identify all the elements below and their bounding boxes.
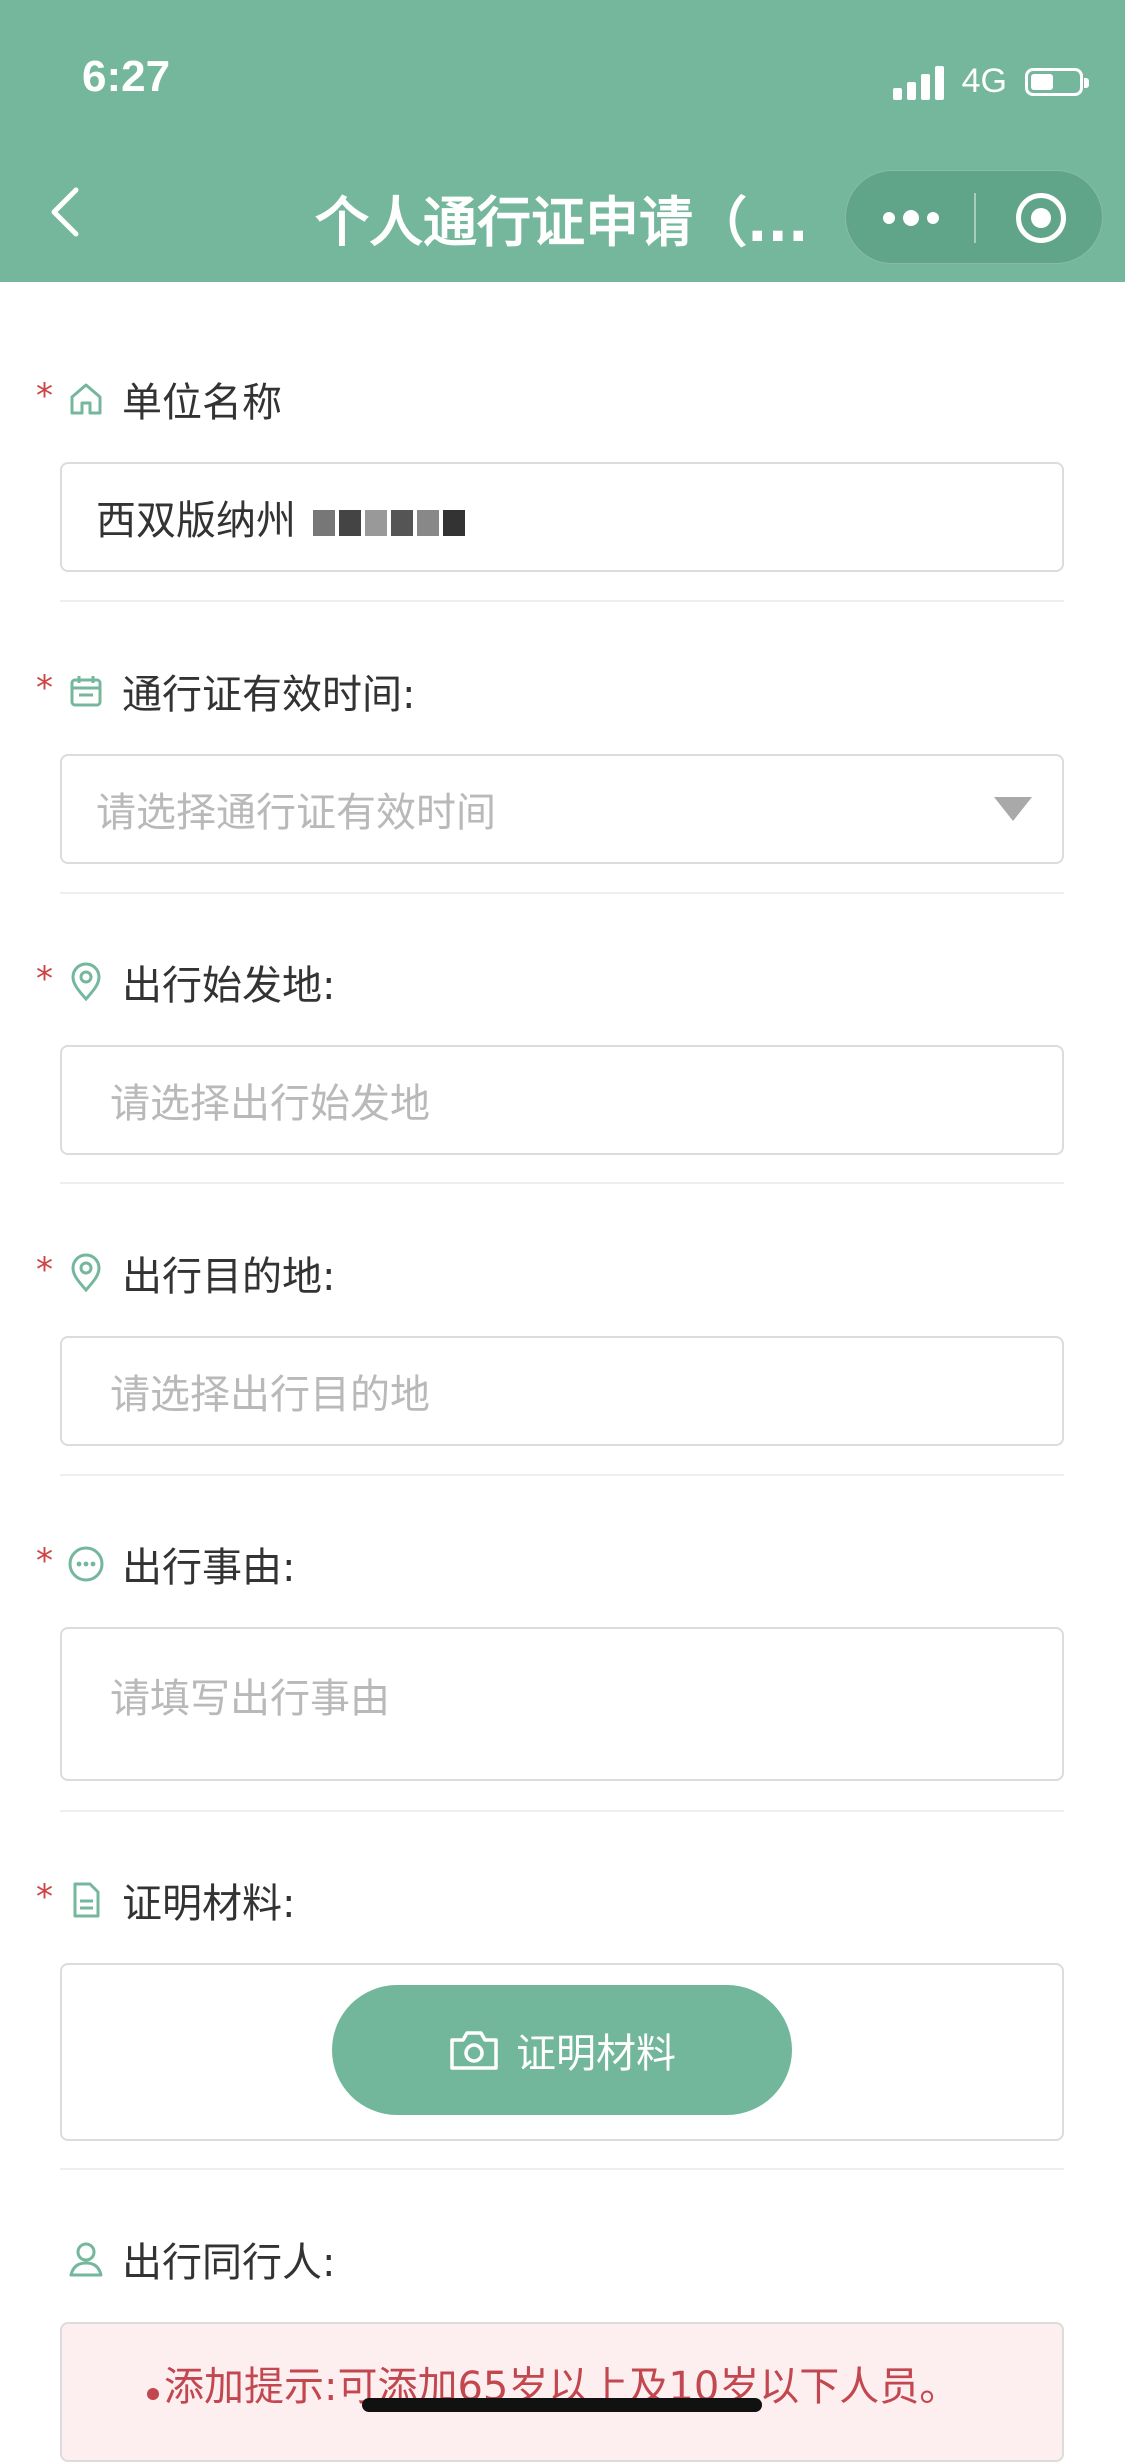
proof-label: 证明材料:: [122, 1881, 296, 1927]
upload-proof-button[interactable]: 证明材料: [332, 1985, 792, 2115]
required-mark: *: [36, 376, 53, 416]
divider: [60, 1810, 1064, 1812]
notice-bullet: [147, 2388, 159, 2400]
required-mark: *: [36, 1877, 53, 1917]
location-pin-icon: [64, 1251, 108, 1295]
origin-input[interactable]: 请选择出行始发地: [60, 1045, 1064, 1155]
app-header: 6:27 4G 个人通行证申请（...: [0, 0, 1125, 282]
status-icons: 4G: [892, 62, 1089, 101]
camera-icon: [450, 2031, 498, 2070]
reason-label-row: * 出行事由:: [36, 1535, 295, 1593]
valid-time-label: 通行证有效时间:: [122, 672, 416, 718]
required-mark: *: [36, 1541, 53, 1581]
divider: [60, 2168, 1064, 2170]
dropdown-arrow-icon: [994, 797, 1032, 821]
document-icon: [64, 1878, 108, 1922]
signal-icon: [892, 64, 944, 100]
battery-icon: [1025, 67, 1089, 96]
more-circle-icon: [64, 1542, 108, 1586]
required-mark: *: [36, 1250, 53, 1290]
proof-label-row: * 证明材料:: [36, 1871, 295, 1929]
calendar-icon: [64, 669, 108, 713]
mini-program-capsule: [845, 170, 1103, 264]
origin-label-row: * 出行始发地:: [36, 953, 335, 1011]
reason-placeholder: 请填写出行事由: [110, 1676, 390, 1722]
divider: [60, 1474, 1064, 1476]
reason-label: 出行事由:: [122, 1545, 296, 1591]
home-icon: [64, 377, 108, 421]
unit-name-label: 单位名称: [122, 380, 282, 426]
unit-name-label-row: * 单位名称: [36, 370, 282, 428]
more-icon[interactable]: [883, 195, 939, 241]
close-target-icon[interactable]: [1016, 193, 1066, 243]
origin-label: 出行始发地:: [122, 963, 336, 1009]
capsule-divider: [974, 193, 976, 243]
divider: [60, 892, 1064, 894]
person-icon: [64, 2237, 108, 2281]
destination-placeholder: 请选择出行目的地: [110, 1372, 430, 1418]
network-type: 4G: [961, 62, 1007, 100]
location-pin-icon: [64, 960, 108, 1004]
unit-name-value: 西双版纳州: [96, 498, 296, 544]
divider: [60, 1182, 1064, 1184]
status-time: 6:27: [82, 52, 171, 101]
valid-time-placeholder: 请选择通行证有效时间: [96, 790, 496, 836]
companions-label: 出行同行人:: [122, 2240, 336, 2286]
home-indicator: [362, 2398, 762, 2412]
reason-textarea[interactable]: 请填写出行事由: [60, 1627, 1064, 1781]
companions-notice: 添加提示:可添加65岁以上及10岁以下人员。: [60, 2322, 1064, 2462]
back-icon[interactable]: [46, 182, 86, 242]
unit-name-input[interactable]: 西双版纳州: [60, 462, 1064, 572]
page-title: 个人通行证申请（...: [315, 191, 809, 254]
divider: [60, 600, 1064, 602]
required-mark: *: [36, 668, 53, 708]
companions-label-row: 出行同行人:: [36, 2230, 335, 2288]
destination-label: 出行目的地:: [122, 1254, 336, 1300]
redacted-text: [312, 500, 469, 546]
valid-time-select[interactable]: 请选择通行证有效时间: [60, 754, 1064, 864]
origin-placeholder: 请选择出行始发地: [110, 1081, 430, 1127]
destination-label-row: * 出行目的地:: [36, 1244, 335, 1302]
required-mark: *: [36, 959, 53, 999]
valid-time-label-row: * 通行证有效时间:: [36, 662, 415, 720]
destination-input[interactable]: 请选择出行目的地: [60, 1336, 1064, 1446]
upload-proof-label: 证明材料: [516, 2031, 676, 2077]
